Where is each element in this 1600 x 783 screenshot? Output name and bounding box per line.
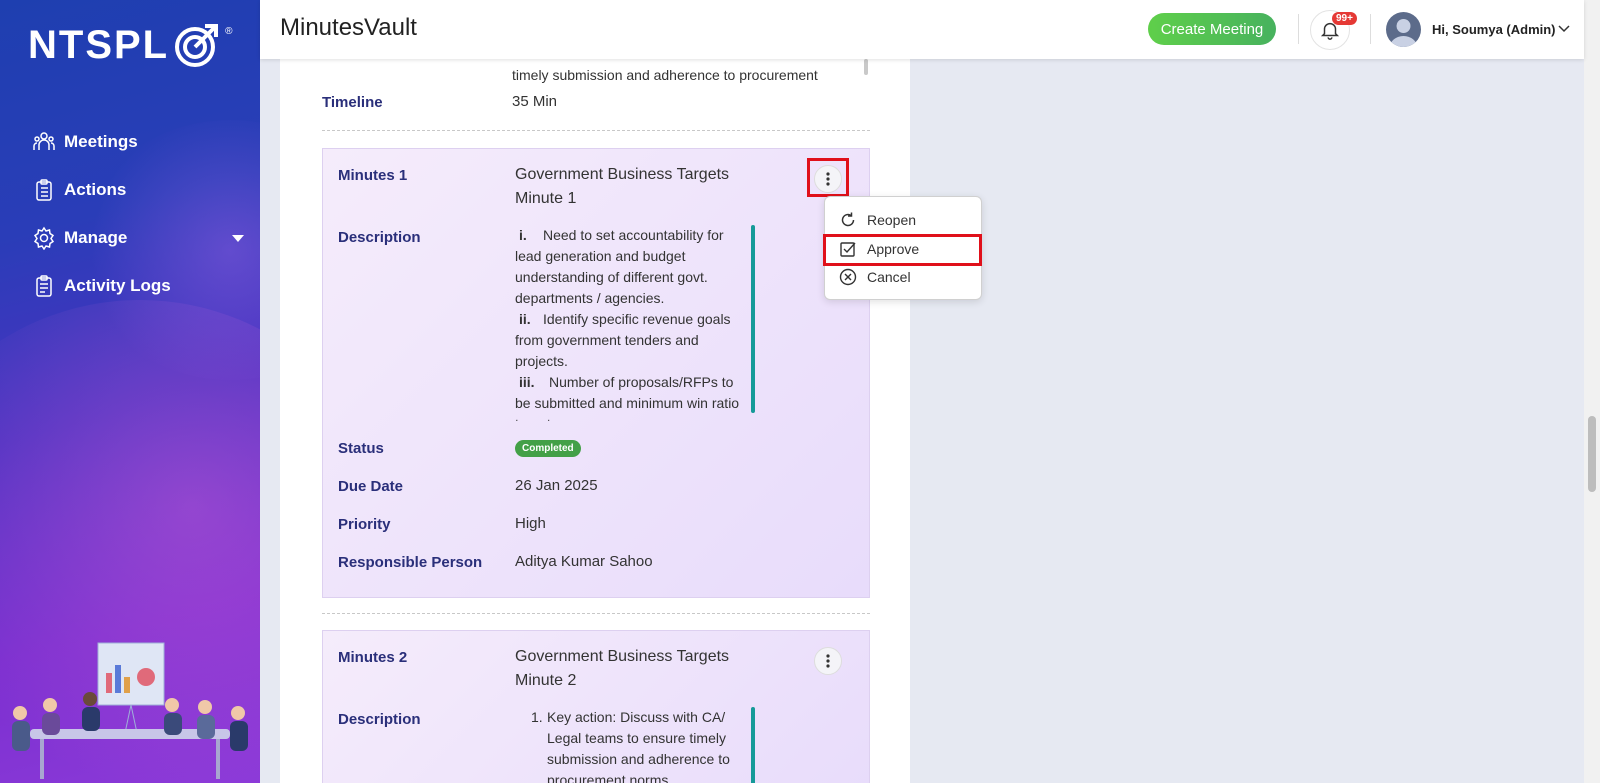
priority-label: Priority: [338, 516, 391, 533]
cancel-circle-icon: [839, 268, 857, 286]
description-item: ii. Identify specific revenue goals from …: [515, 309, 743, 372]
status-badge: Completed: [515, 440, 581, 457]
description-list: i. Need to set accountability for lead ge…: [515, 225, 743, 421]
item-number: i.: [519, 227, 527, 243]
status-label: Status: [338, 440, 384, 457]
description-scrollbar[interactable]: [751, 225, 755, 413]
create-meeting-button[interactable]: Create Meeting: [1148, 13, 1276, 45]
scrollbar-thumb[interactable]: [1588, 416, 1596, 492]
minute-label: Minutes 2: [338, 649, 408, 666]
sidebar-item-meetings[interactable]: Meetings: [32, 118, 244, 166]
due-date-value: 26 Jan 2025: [515, 477, 598, 494]
sidebar-nav: Meetings Actions Manage Activity Logs: [32, 118, 244, 310]
description-label: Description: [338, 711, 421, 728]
sidebar-item-manage[interactable]: Manage: [32, 214, 244, 262]
description-item: 1. Key action: Discuss with CA/ Legal te…: [531, 707, 743, 783]
divider: [1370, 14, 1371, 44]
logo-text: NTSPL: [28, 22, 170, 67]
item-number: ii.: [519, 311, 531, 327]
sidebar-item-label: Activity Logs: [64, 276, 171, 295]
divider: [322, 613, 870, 614]
responsible-label: Responsible Person: [338, 554, 483, 571]
description-item: i. Need to set accountability for lead ge…: [515, 225, 743, 309]
minute-title: Government Business Targets: [515, 648, 730, 665]
minutes-panel: timely submission and adherence to procu…: [280, 59, 910, 783]
menu-item-cancel[interactable]: Cancel: [839, 268, 911, 286]
minute-card: Minutes 2 Government Business Targets Mi…: [322, 630, 870, 783]
chevron-down-icon[interactable]: [1557, 22, 1571, 36]
sidebar-item-label: Actions: [64, 180, 127, 199]
item-text: Key action: Discuss with CA/ Legal teams…: [547, 709, 730, 783]
timeline-value: 35 Min: [512, 93, 558, 110]
logo-target-icon: [175, 24, 219, 67]
gear-icon: [32, 226, 56, 250]
description-label: Description: [338, 229, 421, 246]
divider: [1298, 14, 1299, 44]
page-scrollbar[interactable]: [1584, 0, 1600, 783]
item-text: Number of proposals/RFPs to be submitted…: [515, 374, 740, 421]
divider: [322, 130, 870, 131]
priority-value: High: [515, 515, 546, 532]
notification-badge: 99+: [1332, 12, 1357, 25]
highlight-box: [823, 234, 982, 266]
registered-mark: ®: [225, 26, 233, 37]
sidebar-item-label: Manage: [64, 228, 128, 247]
menu-item-label: Reopen: [867, 212, 917, 228]
item-number: iii.: [519, 374, 535, 390]
sidebar-item-activity-logs[interactable]: Activity Logs: [32, 262, 244, 310]
description-text-partial: timely submission and adherence to procu…: [512, 67, 818, 83]
user-greeting[interactable]: Hi, Soumya (Admin): [1432, 22, 1556, 37]
chevron-down-icon[interactable]: [232, 234, 244, 242]
minute-title: Government Business Targets: [515, 166, 730, 183]
due-date-label: Due Date: [338, 478, 404, 495]
logs-icon: [32, 274, 56, 298]
user-avatar-icon: [1390, 19, 1417, 47]
minute-card: Minutes 1 Government Business Targets Mi…: [322, 148, 870, 598]
item-text: Need to set accountability for lead gene…: [515, 227, 724, 306]
kebab-menu-icon: [826, 654, 830, 668]
sidebar-item-actions[interactable]: Actions: [32, 166, 244, 214]
description-scrollbar[interactable]: [864, 59, 868, 75]
minute-label: Minutes 1: [338, 167, 408, 184]
item-text: Identify specific revenue goals from gov…: [515, 311, 731, 369]
top-header: MinutesVault Create Meeting 99+ Hi, Soum…: [260, 0, 1584, 59]
item-number: 1.: [531, 709, 543, 725]
description-item: iii. Number of proposals/RFPs to be submi…: [515, 372, 743, 421]
page-title: MinutesVault: [280, 14, 417, 41]
timeline-label: Timeline: [322, 94, 383, 111]
minute-title-line2: Minute 2: [515, 672, 577, 689]
description-list: 1. Key action: Discuss with CA/ Legal te…: [531, 707, 743, 783]
description-scrollbar[interactable]: [751, 707, 755, 783]
minute-context-menu: Reopen Approve Cancel: [823, 196, 982, 300]
highlight-box: [807, 158, 849, 197]
sidebar: NTSPL ® Meetings Actions Manage Activity…: [0, 0, 260, 783]
responsible-value: Aditya Kumar Sahoo: [515, 553, 653, 570]
menu-item-reopen[interactable]: Reopen: [839, 211, 916, 229]
logo[interactable]: NTSPL ®: [28, 22, 233, 68]
avatar[interactable]: [1386, 12, 1421, 47]
meetings-icon: [32, 130, 56, 154]
minute-title-line2: Minute 1: [515, 190, 577, 207]
clipboard-icon: [32, 178, 56, 202]
reopen-icon: [841, 212, 855, 227]
meeting-illustration: [12, 642, 248, 779]
menu-item-label: Cancel: [867, 269, 911, 285]
sidebar-item-label: Meetings: [64, 132, 138, 151]
minute-options-button[interactable]: [814, 647, 842, 675]
